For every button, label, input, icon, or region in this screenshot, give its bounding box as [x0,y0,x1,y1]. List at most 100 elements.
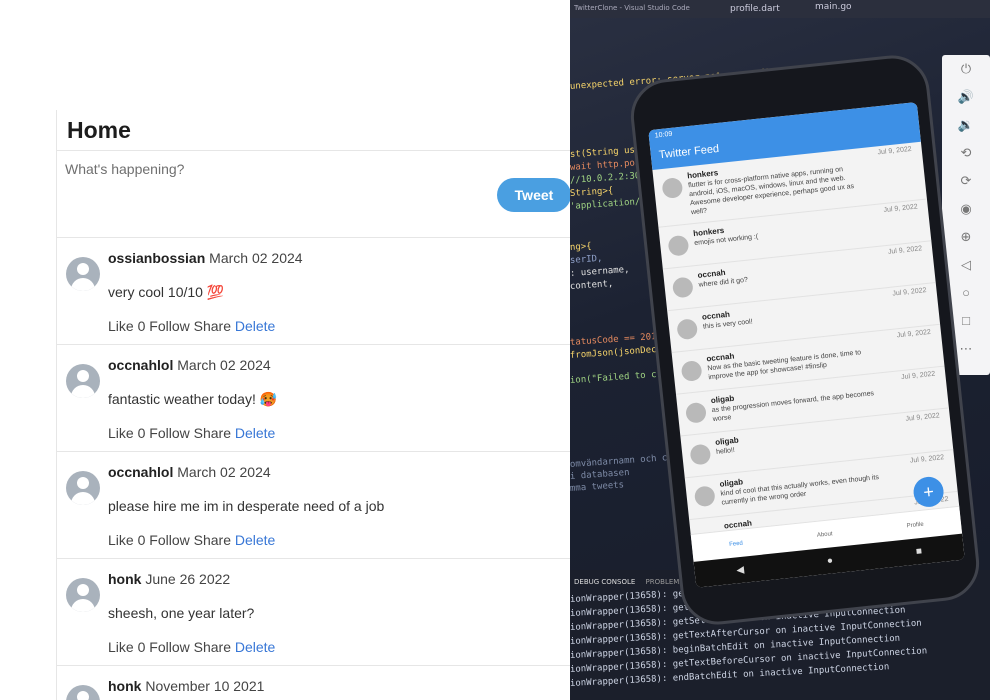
debug-console-tab[interactable]: DEBUG CONSOLE [574,578,635,586]
post-date: Jul 9, 2022 [905,412,941,423]
post-actions: Like 0 Follow Share Delete [108,425,275,441]
status-time: 10:09 [654,130,673,140]
post-item: occnahlol March 02 2024 fantastic weathe… [57,345,570,452]
post-username[interactable]: ossianbossian [108,250,205,266]
share-button[interactable]: Share [194,639,231,655]
post-meta: occnahlol March 02 2024 [108,357,271,373]
avatar [667,234,690,257]
follow-button[interactable]: Follow [149,425,189,441]
post-text: fantastic weather today! 🥵 [108,391,278,407]
code-line: : username, [570,264,630,279]
problems-tab[interactable]: PROBLEMS [646,578,684,586]
code-line: serID, [570,253,603,266]
page-title: Home [67,117,131,143]
post-username[interactable]: honk [108,678,141,694]
rotate-left-icon[interactable]: ⟲ [942,139,990,167]
avatar [693,485,716,508]
like-count: 0 [137,425,146,441]
post-date: Jul 9, 2022 [900,370,936,382]
post-item: honk November 10 2021 [57,666,570,700]
follow-button[interactable]: Follow [149,318,189,334]
home-feed: Home Tweet ossianbossian March 02 2024 v… [56,110,570,700]
nav-about[interactable]: About [817,531,833,539]
feed-header: Home [57,110,570,151]
post-date: Jul 9, 2022 [877,145,913,157]
post-date: Jul 9, 2022 [887,245,923,256]
post-date: Jul 9, 2022 [892,287,927,298]
like-count: 0 [137,318,146,334]
home-icon[interactable]: ● [826,555,833,567]
like-button[interactable]: Like [108,318,134,334]
post-text: please hire me im in desperate need of a… [108,498,385,514]
like-count: 0 [137,639,146,655]
follow-button[interactable]: Follow [149,639,189,655]
post-actions: Like 0 Follow Share Delete [108,318,275,334]
code-line: mma tweets [570,480,625,494]
post-actions: Like 0 Follow Share Delete [108,532,275,548]
code-line: content, [570,278,614,292]
post-date: Jul 9, 2022 [909,454,945,465]
post-date: Jul 9, 2022 [896,328,932,340]
post-username[interactable]: honk [108,571,141,587]
post-item: occnahlol March 02 2024 please hire me i… [57,452,570,559]
like-button[interactable]: Like [108,639,134,655]
like-count: 0 [137,532,146,548]
tweet-composer: Tweet [57,151,570,238]
post-text: very cool 10/10 💯 [108,284,225,300]
code-line: String>{ [570,185,614,199]
post-item: honk June 26 2022 sheesh, one year later… [57,559,570,666]
nav-feed[interactable]: Feed [729,540,743,547]
delete-button[interactable]: Delete [235,532,275,548]
rotate-right-icon[interactable]: ⟳ [942,167,990,195]
back-icon[interactable]: ◁ [942,251,990,279]
post-date: March 02 2024 [209,250,303,266]
share-button[interactable]: Share [194,532,231,548]
post-date: November 10 2021 [145,678,265,694]
phone-screen: 10:09 Twitter Feed honkers Jul 9, 2022 f… [648,102,965,588]
code-line: ng>{ [570,241,592,253]
post-meta: honk June 26 2022 [108,571,230,587]
zoom-icon[interactable]: ⊕ [942,223,990,251]
like-button[interactable]: Like [108,532,134,548]
post-username[interactable]: occnahlol [108,357,173,373]
camera-icon[interactable]: ◉ [942,195,990,223]
share-button[interactable]: Share [194,425,231,441]
avatar [671,276,694,299]
delete-button[interactable]: Delete [235,318,275,334]
share-button[interactable]: Share [194,318,231,334]
power-icon[interactable]: ⏻ [942,55,990,83]
post-item: ossianbossian March 02 2024 very cool 10… [57,238,570,345]
phone-emulator: 10:09 Twitter Feed honkers Jul 9, 2022 f… [627,51,983,629]
avatar[interactable] [66,471,100,505]
volume-up-icon[interactable]: 🔊 [942,83,990,111]
avatar[interactable] [66,257,100,291]
avatar [685,401,708,424]
app-title: Twitter Feed [658,142,720,162]
avatar[interactable] [66,364,100,398]
avatar[interactable] [66,578,100,612]
overview-icon[interactable]: ■ [915,545,922,557]
post-text: sheesh, one year later? [108,605,255,621]
like-button[interactable]: Like [108,425,134,441]
post-date: March 02 2024 [177,464,271,480]
avatar [689,443,712,466]
avatar [680,360,703,383]
delete-button[interactable]: Delete [235,639,275,655]
delete-button[interactable]: Delete [235,425,275,441]
post-meta: occnahlol March 02 2024 [108,464,271,480]
nav-profile[interactable]: Profile [906,521,924,529]
tweet-button[interactable]: Tweet [497,178,570,212]
post-meta: honk November 10 2021 [108,678,264,694]
post-actions: Like 0 Follow Share Delete [108,639,275,655]
follow-button[interactable]: Follow [149,532,189,548]
back-icon[interactable]: ◀ [736,564,745,576]
post-meta: ossianbossian March 02 2024 [108,250,303,266]
volume-down-icon[interactable]: 🔉 [942,111,990,139]
tweet-input[interactable] [65,159,485,229]
post-date: June 26 2022 [145,571,231,587]
avatar[interactable] [66,685,100,700]
avatar [676,318,699,341]
avatar [661,177,684,200]
post-username[interactable]: occnahlol [108,464,173,480]
post-date: Jul 9, 2022 [883,203,919,215]
